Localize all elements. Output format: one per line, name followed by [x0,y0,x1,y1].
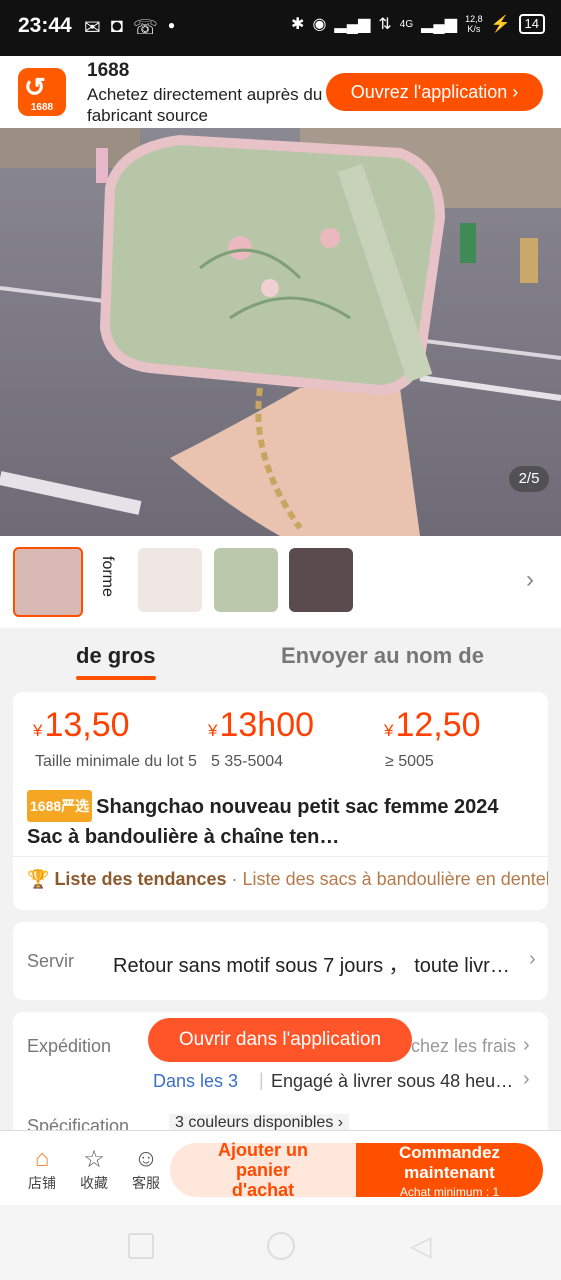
variant-thumb-3[interactable] [214,548,278,612]
trophy-icon: 🏆 [27,869,50,889]
recents-icon[interactable] [128,1233,154,1259]
charging-icon: ⚡ [490,16,511,33]
trend-row[interactable]: 🏆 Liste des tendances · Liste des sacs à… [27,869,548,890]
hotspot-icon: ◉ [312,16,327,33]
service-card[interactable]: Servir Retour sans motif sous 7 jours ， … [13,922,548,1000]
battery-level: 14 [518,14,545,34]
price-tier-1: ¥13,50 [33,706,130,744]
banner-title: 1688 [87,60,130,81]
shop-button[interactable]: ⌂ 店铺 [22,1145,62,1193]
active-tab-indicator [76,676,156,680]
back-icon[interactable]: ◁ [410,1229,432,1262]
variant-label: forme [99,556,116,597]
price-tier-2: ¥13h00 [208,706,315,744]
shipping-fee-text: chez les frais [411,1036,517,1056]
delivery-days-link[interactable]: Dans les 3 [153,1071,238,1092]
price-card: ¥13,50 ¥13h00 ¥12,50 Taille minimale du … [13,692,548,910]
tab-wholesale[interactable]: de gros [76,643,155,669]
whatsapp-icon: ☏ [132,17,158,39]
banner-subtitle: Achetez directement auprès du fabricant … [87,85,323,125]
strict-selection-badge: 1688严选 [27,790,93,822]
product-photo [0,128,561,536]
tab-dropship[interactable]: Envoyer au nom de [281,643,484,669]
app-banner: ↺ 1688 1688 Achetez directement auprès d… [0,56,561,128]
add-to-cart-button[interactable]: Ajouter un panier d'achat [170,1140,356,1200]
signal-icon-2: ▂▄▆ [421,16,458,33]
bluetooth-icon: ✱ [291,16,305,33]
customer-service-button[interactable]: ☺ 客服 [126,1145,166,1193]
chat-icon: ☺ [133,1145,159,1172]
store-icon: ⌂ [34,1145,50,1172]
chevron-right-icon[interactable]: › [526,566,534,594]
instagram-icon: ◘ [110,15,123,37]
variant-strip: forme › [0,536,561,628]
network-type: 4G [399,18,414,30]
gmail-icon: ✉ [84,17,101,39]
open-in-app-button[interactable]: Ouvrir dans l'application [148,1018,412,1062]
favorite-button[interactable]: ☆ 收藏 [74,1145,114,1193]
signal-icon: ▂▄▆ [334,16,371,33]
tier-2-condition: 5 35-5004 [211,753,284,770]
home-icon[interactable] [267,1232,295,1260]
order-now-button[interactable]: Commandez maintenant Achat minimum : 1 [356,1143,543,1199]
service-value: Retour sans motif sous 7 jours ， toute l… [113,955,510,977]
trend-label: Liste des tendances [54,869,227,889]
chevron-right-icon[interactable]: › [529,948,536,971]
trend-text: Liste des sacs à bandoulière en dentelle [242,869,548,889]
variant-thumb-2[interactable] [138,548,202,612]
open-app-button[interactable]: Ouvrez l'application › [326,73,543,111]
clock: 23:44 [18,14,72,37]
delivery-promise: Engagé à livrer sous 48 heu… [271,1071,514,1091]
tier-3-condition: ≥ 5005 [385,753,434,770]
chevron-right-icon[interactable]: › [523,1068,530,1091]
product-title: 1688严选 Shangchao nouveau petit sac femme … [27,790,539,852]
action-bar: ⌂ 店铺 ☆ 收藏 ☺ 客服 Ajouter un panier d'achat Co… [0,1130,561,1206]
dot-icon: ● [167,18,176,32]
variant-thumb-1[interactable] [13,547,83,617]
image-counter: 2/5 [509,466,549,492]
status-bar: 23:44 ✉ ◘ ☏ ● ✱ ◉ ▂▄▆ ⇅ 4G ▂▄▆ 12,8 K/s ⚡… [0,0,561,56]
shipping-label: Expédition [27,1036,112,1056]
service-label: Servir [27,951,75,971]
chevron-right-icon[interactable]: › [523,1034,530,1057]
star-icon: ☆ [83,1146,105,1173]
tier-1-condition: Taille minimale du lot 5 [35,753,197,770]
price-tier-3: ¥12,50 [384,706,481,744]
system-nav-bar: ◁ [0,1205,561,1280]
net-speed: 12,8 K/s [465,14,483,34]
app-logo-icon: ↺ 1688 [18,68,66,116]
data-arrows-icon: ⇅ [378,16,392,33]
product-image[interactable]: 2/5 [0,128,561,536]
variant-thumb-4[interactable] [289,548,353,612]
